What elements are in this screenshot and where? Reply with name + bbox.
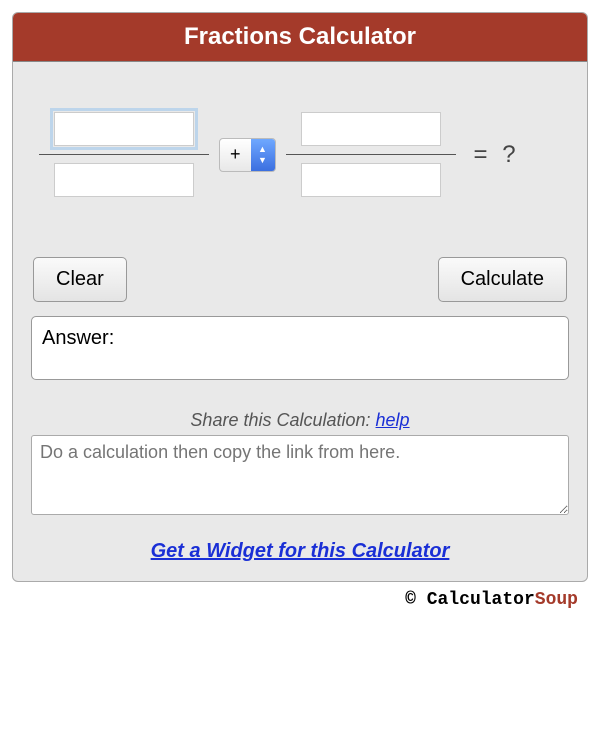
button-row: Clear Calculate: [33, 257, 567, 302]
fraction-1: [39, 112, 209, 197]
brand-name-2: Soup: [535, 590, 578, 610]
chevron-updown-icon: ▲▼: [251, 139, 275, 171]
denominator-2-input[interactable]: [301, 163, 441, 197]
get-widget-link[interactable]: Get a Widget for this Calculator: [151, 540, 450, 562]
calculate-button[interactable]: Calculate: [438, 257, 567, 302]
copyright-symbol: ©: [405, 590, 427, 610]
calculator-header: Fractions Calculator: [13, 13, 587, 62]
widget-link-row: Get a Widget for this Calculator: [31, 540, 569, 563]
fraction-line-1: [39, 154, 209, 155]
clear-button[interactable]: Clear: [33, 257, 127, 302]
fraction-row: + ▲▼ = ?: [39, 112, 561, 197]
numerator-1-input[interactable]: [54, 112, 194, 146]
numerator-2-input[interactable]: [301, 112, 441, 146]
fraction-2: [286, 112, 456, 197]
operator-value: +: [220, 144, 251, 165]
header-title: Fractions Calculator: [184, 23, 416, 50]
equals-result: = ?: [474, 141, 520, 169]
footer-credit: © CalculatorSoup: [12, 582, 588, 610]
fraction-line-2: [286, 154, 456, 155]
share-label-row: Share this Calculation: help: [31, 410, 569, 431]
share-label: Share this Calculation:: [190, 410, 375, 430]
brand-name-1: Calculator: [427, 590, 535, 610]
denominator-1-input[interactable]: [54, 163, 194, 197]
answer-label: Answer:: [42, 327, 114, 349]
calculator-body: + ▲▼ = ? Clear Calculate Answer: Share t…: [13, 62, 587, 571]
calculator-container: Fractions Calculator + ▲▼ = ?: [12, 12, 588, 582]
share-link-textarea[interactable]: [31, 435, 569, 515]
share-help-link[interactable]: help: [376, 410, 410, 430]
operator-select[interactable]: + ▲▼: [219, 138, 276, 172]
answer-box: Answer:: [31, 316, 569, 380]
